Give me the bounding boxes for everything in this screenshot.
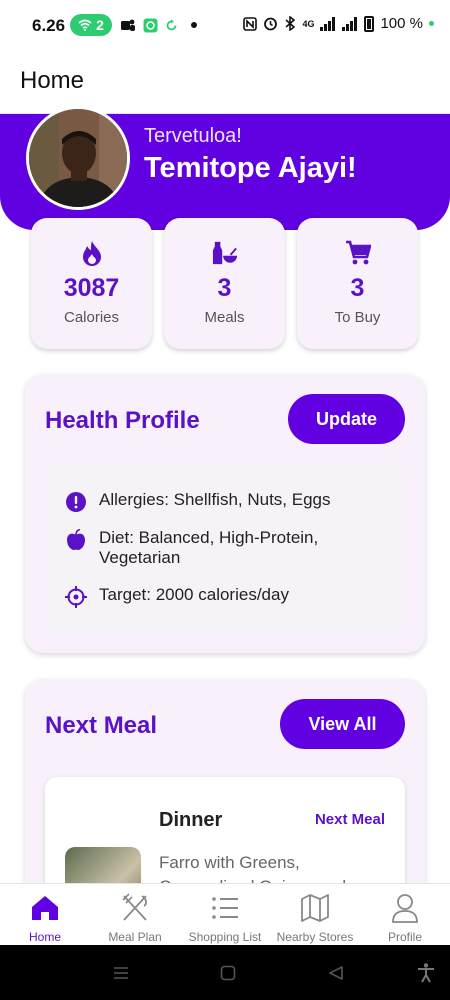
crosshair-icon xyxy=(65,586,87,608)
nav-label: Shopping List xyxy=(188,930,262,944)
page-title: Home xyxy=(20,67,85,94)
meal-type: Dinner xyxy=(159,809,223,831)
nav-label: Home xyxy=(28,930,61,944)
back-icon[interactable] xyxy=(326,963,346,983)
alarm-icon xyxy=(264,17,278,31)
nav-profile[interactable]: Profile xyxy=(360,884,450,945)
privacy-dot-icon xyxy=(429,21,434,26)
hotspot-count: 2 xyxy=(96,17,104,33)
nav-label: Meal Plan xyxy=(108,930,162,944)
nav-nearby-stores[interactable]: Nearby Stores xyxy=(270,884,360,945)
home-icon xyxy=(29,892,61,924)
stat-label: Meals xyxy=(204,309,245,326)
allergies-row: Allergies: Shellfish, Nuts, Eggs xyxy=(65,490,385,513)
bottom-nav: Home Meal Plan Shopping List Nearby Stor… xyxy=(0,883,450,945)
status-bar: 6.26 2 4G 100 % xyxy=(0,0,450,52)
home-button-icon[interactable] xyxy=(218,963,238,983)
wifi-icon xyxy=(78,19,92,31)
map-icon xyxy=(299,892,331,924)
stat-value: 3 xyxy=(350,274,365,302)
health-profile-card: Health Profile Update Allergies: Shellfi… xyxy=(25,374,425,653)
stat-label: To Buy xyxy=(334,309,381,326)
update-button[interactable]: Update xyxy=(288,394,405,444)
greeting-text: Tervetuloa! xyxy=(144,125,242,147)
status-right: 4G 100 % xyxy=(243,15,434,32)
sync-icon xyxy=(163,17,179,33)
stat-card-calories[interactable]: 3087 Calories xyxy=(31,218,152,349)
signal-icon-1 xyxy=(320,16,336,31)
stat-card-meals[interactable]: 3 Meals xyxy=(164,218,285,349)
health-info-box: Allergies: Shellfish, Nuts, Eggs Diet: B… xyxy=(45,462,405,634)
section-title: Next Meal xyxy=(45,712,158,739)
nav-home[interactable]: Home xyxy=(0,884,90,945)
accessibility-icon[interactable] xyxy=(416,963,436,983)
signal-icon-2 xyxy=(342,16,358,31)
avatar-photo xyxy=(29,109,127,207)
recents-icon[interactable] xyxy=(111,963,131,983)
fork-knife-icon xyxy=(119,892,151,924)
battery-percent: 100 % xyxy=(380,15,423,32)
apple-icon xyxy=(65,529,87,551)
flame-icon xyxy=(79,240,105,266)
target-text: Target: 2000 calories/day xyxy=(99,585,289,604)
nav-label: Nearby Stores xyxy=(276,930,354,944)
diet-row: Diet: Balanced, High-Protein, Vegetarian xyxy=(65,528,385,568)
battery-icon xyxy=(364,15,375,32)
person-icon xyxy=(389,892,421,924)
teams-app-icon xyxy=(120,17,136,33)
nav-shopping-list[interactable]: Shopping List xyxy=(180,884,270,945)
cart-icon xyxy=(345,240,371,266)
view-all-button[interactable]: View All xyxy=(280,699,405,749)
stat-card-to-buy[interactable]: 3 To Buy xyxy=(297,218,418,349)
stat-value: 3 xyxy=(217,274,232,302)
nav-label: Profile xyxy=(387,930,422,944)
nav-meal-plan[interactable]: Meal Plan xyxy=(90,884,180,945)
bluetooth-icon xyxy=(285,16,296,31)
system-nav-bar xyxy=(0,945,450,1000)
app-notification-icon xyxy=(142,17,158,33)
app-bar: Home xyxy=(0,52,450,114)
nfc-icon xyxy=(243,16,258,31)
status-time: 6.26 xyxy=(32,16,66,35)
allergies-text: Allergies: Shellfish, Nuts, Eggs xyxy=(99,490,331,509)
next-meal-badge: Next Meal xyxy=(314,811,385,828)
target-row: Target: 2000 calories/day xyxy=(65,585,385,608)
alert-circle-icon xyxy=(65,491,87,513)
avatar[interactable] xyxy=(26,106,130,210)
diet-text: Diet: Balanced, High-Protein, Vegetarian xyxy=(99,528,319,567)
user-name: Temitope Ajayi! xyxy=(144,152,357,184)
stat-label: Calories xyxy=(63,309,120,326)
stat-value: 3087 xyxy=(63,274,120,302)
list-icon xyxy=(209,892,241,924)
network-type: 4G xyxy=(302,18,315,29)
hotspot-indicator: 2 xyxy=(70,14,112,36)
more-dot-icon xyxy=(186,17,202,33)
bottle-bowl-icon xyxy=(212,240,238,266)
section-title: Health Profile xyxy=(45,407,200,434)
